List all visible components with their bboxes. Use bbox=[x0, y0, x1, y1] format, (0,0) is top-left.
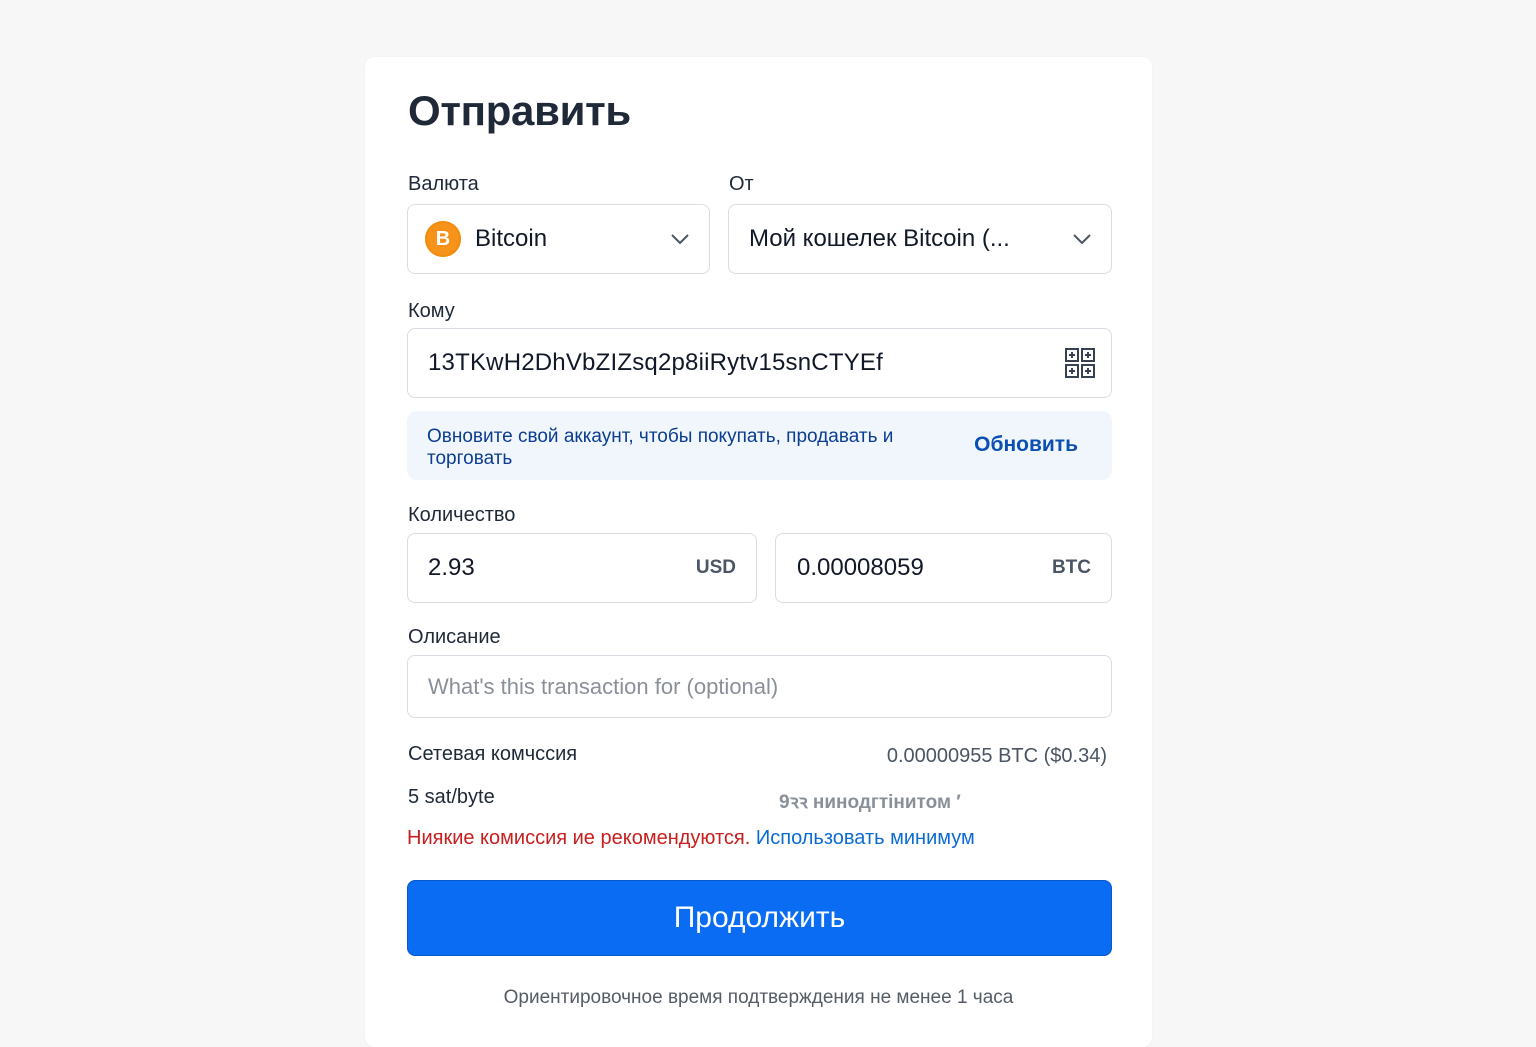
network-fee-label: Сетевая комчссия bbox=[408, 743, 578, 765]
amount-label: Количество bbox=[408, 504, 516, 526]
to-label: Кому bbox=[408, 300, 455, 322]
confirmation-time-note: Ориентировочное время подтверждения не м… bbox=[503, 987, 1014, 1008]
currency-label: Валюта bbox=[408, 173, 479, 195]
fee-rate-note: 9ꝛꝛ нинодгтінитом ′ bbox=[779, 792, 961, 813]
fiat-amount-input[interactable]: 2.93 USD bbox=[407, 533, 757, 603]
continue-button[interactable]: Продолжить bbox=[407, 880, 1112, 956]
crypto-amount-value: 0.00008059 bbox=[797, 554, 924, 581]
currency-value: Bitcoin bbox=[475, 225, 548, 252]
use-minimum-link[interactable]: Использовать минимум bbox=[756, 827, 975, 849]
fee-warning-text: Ниякие комиссия ие рекомендуются. bbox=[407, 827, 751, 849]
to-address-input[interactable]: 13TKwH2DhVbZIZsq2p8iiRytv15snCTYEf bbox=[407, 328, 1112, 398]
crypto-unit: BTC bbox=[1051, 557, 1091, 578]
upgrade-button[interactable]: Обновить bbox=[974, 433, 1078, 457]
from-value: Мой кошелек Bitcoin (... bbox=[749, 225, 1010, 252]
crypto-amount-input[interactable]: 0.00008059 BTC bbox=[775, 533, 1112, 603]
qr-code-icon[interactable] bbox=[1065, 348, 1095, 378]
description-label: Олисание bbox=[408, 626, 501, 648]
send-card: Отправить Валюта B Bitcoin От Мой кошеле… bbox=[365, 57, 1152, 1047]
upgrade-notice: Овновите свой аккаунт, чтобы покупать, п… bbox=[407, 411, 1112, 480]
to-address-value: 13TKwH2DhVbZIZsq2p8iiRytv15snCTYEf bbox=[428, 349, 883, 376]
from-label: От bbox=[729, 173, 754, 195]
upgrade-notice-text: Овновите свой аккаунт, чтобы покупать, п… bbox=[427, 426, 894, 469]
bitcoin-icon: B bbox=[425, 221, 461, 257]
page-title: Отправить bbox=[408, 87, 631, 134]
network-fee-value: 0.00000955 BTC ($0.34) bbox=[886, 745, 1107, 767]
fee-warning: Ниякие комиссия ие рекомендуются. Исполь… bbox=[407, 827, 975, 850]
chevron-down-icon bbox=[1073, 234, 1091, 244]
currency-select[interactable]: B Bitcoin bbox=[407, 204, 710, 274]
fee-rate[interactable]: 5 sat/byte bbox=[408, 786, 495, 809]
fiat-unit: USD bbox=[695, 557, 736, 578]
fiat-amount-value: 2.93 bbox=[428, 554, 475, 581]
description-placeholder: What's this transaction for (optional) bbox=[428, 673, 779, 699]
description-input[interactable]: What's this transaction for (optional) bbox=[407, 655, 1112, 718]
chevron-down-icon bbox=[671, 234, 689, 244]
from-select[interactable]: Мой кошелек Bitcoin (... bbox=[728, 204, 1112, 274]
